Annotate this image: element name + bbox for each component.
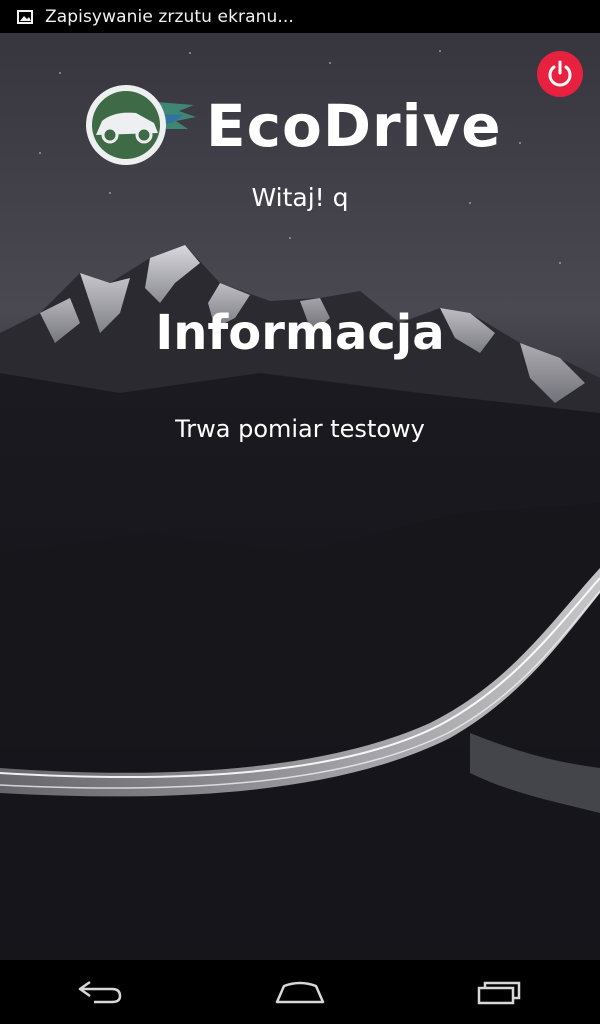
dialog-title: Informacja [155,305,445,361]
power-button[interactable] [537,51,583,97]
car-logo-icon [84,83,202,169]
back-icon [78,980,122,1004]
mountain-road-background [0,33,600,960]
greeting-text: Witaj! q [251,183,349,212]
back-button[interactable] [40,960,160,1024]
phone-screen: Zapisywanie zrzutu ekranu... EcoDrive Wi… [0,0,600,1024]
power-icon [548,60,572,87]
recent-apps-icon [477,981,521,1005]
app-screen: EcoDrive Witaj! q Informacja Trwa pomiar… [0,33,600,960]
brand-name: EcoDrive [206,92,502,160]
image-icon [14,0,36,33]
dialog-message: Trwa pomiar testowy [175,415,425,443]
status-bar: Zapisywanie zrzutu ekranu... [0,0,600,33]
recent-apps-button[interactable] [440,960,560,1024]
home-button[interactable] [240,960,360,1024]
navigation-bar [0,960,600,1024]
home-icon [275,981,325,1004]
notification-text: Zapisywanie zrzutu ekranu... [45,6,294,27]
ecodrive-logo: EcoDrive [84,83,514,169]
